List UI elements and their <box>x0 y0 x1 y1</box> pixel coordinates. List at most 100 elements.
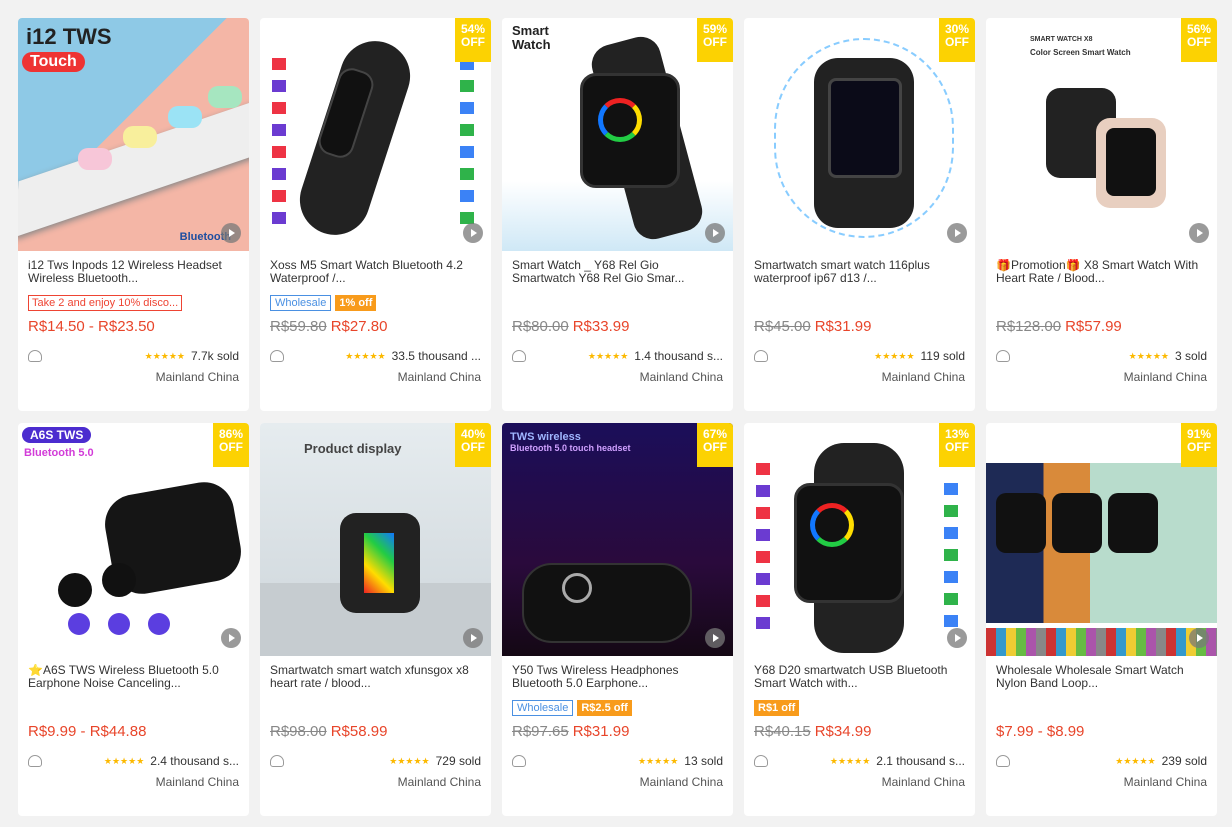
product-title[interactable]: Wholesale Wholesale Smart Watch Nylon Ba… <box>996 664 1207 692</box>
sale-price: R$14.50 - R$23.50 <box>28 318 155 335</box>
ship-origin: Mainland China <box>639 775 723 789</box>
ship-origin: Mainland China <box>1123 775 1207 789</box>
wishlist-heart-icon[interactable] <box>512 755 526 767</box>
wholesale-tag: Wholesale <box>270 295 332 311</box>
product-card[interactable]: 54% OFF Xoss M5 Smart Watch Bluetooth 4.… <box>260 18 491 411</box>
play-video-icon[interactable] <box>221 628 241 648</box>
product-grid: i12 TWS Touch Bluetooth i12 Tws Inpods 1… <box>18 18 1217 816</box>
original-price: R$98.00 <box>270 723 327 740</box>
wishlist-heart-icon[interactable] <box>996 755 1010 767</box>
product-title[interactable]: i12 Tws Inpods 12 Wireless Headset Wirel… <box>28 259 239 287</box>
discount-badge: 59% OFF <box>697 18 733 62</box>
rating-stars-icon: ★★★★★ <box>829 755 871 766</box>
sold-count: 239 sold <box>1161 754 1207 768</box>
promo-tag: Take 2 and enjoy 10% disco... <box>28 295 183 311</box>
product-card[interactable]: A6S TWS Bluetooth 5.0 86% OFF ⭐A6S TWS W… <box>18 423 249 816</box>
product-image[interactable]: 30% OFF <box>744 18 975 251</box>
product-card[interactable]: 13% OFF Y68 D20 smartwatch USB Bluetooth… <box>744 423 975 816</box>
play-video-icon[interactable] <box>221 223 241 243</box>
promo-tags <box>28 696 239 720</box>
product-image[interactable]: i12 TWS Touch Bluetooth <box>18 18 249 251</box>
promo-tags <box>754 291 965 315</box>
sold-count: 729 sold <box>435 754 481 768</box>
product-image[interactable]: Smart Watch 59% OFF <box>502 18 733 251</box>
play-video-icon[interactable] <box>705 628 725 648</box>
wishlist-heart-icon[interactable] <box>754 350 768 362</box>
sold-count: 2.4 thousand s... <box>150 754 239 768</box>
wishlist-heart-icon[interactable] <box>512 350 526 362</box>
price: R$9.99 - R$44.88 <box>28 723 239 743</box>
product-image[interactable]: TWS wireless Bluetooth 5.0 touch headset… <box>502 423 733 656</box>
product-title[interactable]: Xoss M5 Smart Watch Bluetooth 4.2 Waterp… <box>270 259 481 287</box>
promo-tags <box>996 291 1207 315</box>
price: R$45.00 R$31.99 <box>754 318 965 338</box>
discount-badge: 40% OFF <box>455 423 491 467</box>
rating-stars-icon: ★★★★★ <box>637 755 679 766</box>
product-title[interactable]: 🎁Promotion🎁 X8 Smart Watch With Heart Ra… <box>996 259 1207 287</box>
wishlist-heart-icon[interactable] <box>996 350 1010 362</box>
ship-origin: Mainland China <box>397 775 481 789</box>
rating-stars-icon: ★★★★★ <box>587 350 629 361</box>
ship-origin: Mainland China <box>881 775 965 789</box>
play-video-icon[interactable] <box>947 628 967 648</box>
product-image[interactable]: 13% OFF <box>744 423 975 656</box>
product-image[interactable]: 54% OFF <box>260 18 491 251</box>
original-price: R$40.15 <box>754 723 811 740</box>
wishlist-heart-icon[interactable] <box>270 755 284 767</box>
product-title[interactable]: Y50 Tws Wireless Headphones Bluetooth 5.… <box>512 664 723 692</box>
product-card[interactable]: Smart Watch 59% OFF Smart Watch _ Y68 Re… <box>502 18 733 411</box>
rating-stars-icon: ★★★★★ <box>1128 350 1169 361</box>
wishlist-heart-icon[interactable] <box>270 350 284 362</box>
product-image-title: A6S TWS <box>22 427 92 443</box>
rating-stars-icon: ★★★★★ <box>389 755 430 766</box>
sale-price: R$31.99 <box>814 318 872 335</box>
product-image-subtitle: Bluetooth 5.0 <box>24 447 94 459</box>
play-video-icon[interactable] <box>463 628 483 648</box>
promo-tags: R$1 off <box>754 696 965 720</box>
promo-tags: Take 2 and enjoy 10% disco... <box>28 291 239 315</box>
product-image[interactable]: Product display 40% OFF <box>260 423 491 656</box>
product-card[interactable]: Product display 40% OFF Smartwatch smart… <box>260 423 491 816</box>
product-title[interactable]: Smartwatch smart watch xfunsgox x8 heart… <box>270 664 481 692</box>
sale-price: R$27.80 <box>330 318 388 335</box>
play-video-icon[interactable] <box>705 223 725 243</box>
promo-tags: Wholesale R$2.5 off <box>512 696 723 720</box>
play-video-icon[interactable] <box>1189 223 1209 243</box>
play-video-icon[interactable] <box>463 223 483 243</box>
rating-stars-icon: ★★★★★ <box>345 350 386 361</box>
sale-price: R$58.99 <box>330 723 388 740</box>
discount-badge: 13% OFF <box>939 423 975 467</box>
product-card[interactable]: TWS wireless Bluetooth 5.0 touch headset… <box>502 423 733 816</box>
product-title[interactable]: Smartwatch smart watch 116plus waterproo… <box>754 259 965 287</box>
discount-badge: 54% OFF <box>455 18 491 62</box>
rating-stars-icon: ★★★★★ <box>874 350 915 361</box>
wishlist-heart-icon[interactable] <box>28 350 42 362</box>
product-image-subtitle: Color Screen Smart Watch <box>1030 48 1131 57</box>
product-card[interactable]: 30% OFF Smartwatch smart watch 116plus w… <box>744 18 975 411</box>
sold-count: 33.5 thousand ... <box>391 349 481 363</box>
product-image[interactable]: 91% OFF <box>986 423 1217 656</box>
discount-badge: 86% OFF <box>213 423 249 467</box>
product-image[interactable]: SMART WATCH X8 Color Screen Smart Watch … <box>986 18 1217 251</box>
ship-origin: Mainland China <box>397 370 481 384</box>
price: R$40.15 R$34.99 <box>754 723 965 743</box>
product-image-subtitle: Bluetooth 5.0 touch headset <box>510 443 631 453</box>
product-card[interactable]: 91% OFF Wholesale Wholesale Smart Watch … <box>986 423 1217 816</box>
product-card[interactable]: i12 TWS Touch Bluetooth i12 Tws Inpods 1… <box>18 18 249 411</box>
discount-tag: R$1 off <box>754 700 800 716</box>
sold-count: 3 sold <box>1174 349 1207 363</box>
product-title[interactable]: Y68 D20 smartwatch USB Bluetooth Smart W… <box>754 664 965 692</box>
play-video-icon[interactable] <box>1189 628 1209 648</box>
wishlist-heart-icon[interactable] <box>754 755 768 767</box>
product-title[interactable]: Smart Watch _ Y68 Rel Gio Smartwatch Y68… <box>512 259 723 287</box>
price: R$97.65 R$31.99 <box>512 723 723 743</box>
wishlist-heart-icon[interactable] <box>28 755 42 767</box>
product-card[interactable]: SMART WATCH X8 Color Screen Smart Watch … <box>986 18 1217 411</box>
play-video-icon[interactable] <box>947 223 967 243</box>
sold-count: 2.1 thousand s... <box>876 754 965 768</box>
product-image[interactable]: A6S TWS Bluetooth 5.0 86% OFF <box>18 423 249 656</box>
product-image-title: TWS wireless <box>510 431 581 443</box>
product-title[interactable]: ⭐A6S TWS Wireless Bluetooth 5.0 Earphone… <box>28 664 239 692</box>
rating-stars-icon: ★★★★★ <box>103 755 145 766</box>
sale-price: R$57.99 <box>1065 318 1122 335</box>
